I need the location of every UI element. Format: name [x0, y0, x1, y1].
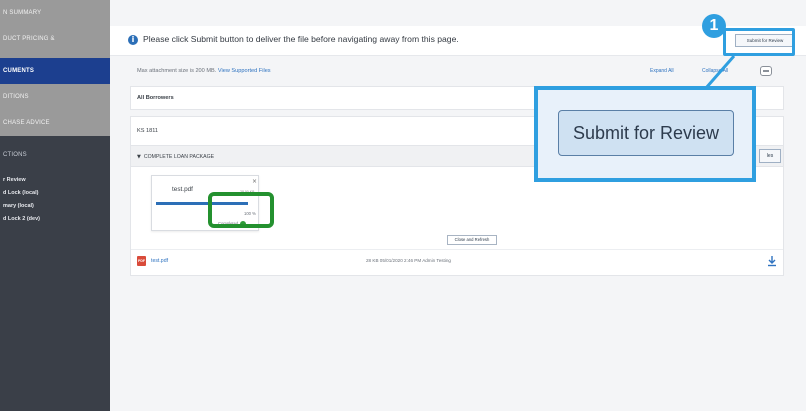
callout-zoom-panel: Submit for Review [534, 86, 756, 182]
file-name-link[interactable]: test.pdf [151, 258, 168, 264]
sidebar: N SUMMARY DUCT PRICING & CUMENTS DITIONS… [0, 0, 110, 411]
view-supported-files-link[interactable]: View Supported Files [218, 68, 271, 74]
info-icon: i [128, 35, 138, 45]
notice-text: Please click Submit button to deliver th… [143, 34, 459, 44]
file-row: PDF test.pdf 28 KB 05/01/2020 2:46 PM Ad… [131, 249, 783, 273]
loan-id-label: KS 1811 [137, 128, 159, 134]
file-metadata: 28 KB 05/01/2020 2:46 PM Admin Testing [366, 258, 451, 263]
package-title: COMPLETE LOAN PACKAGE [143, 154, 215, 160]
close-icon[interactable]: × [252, 178, 257, 185]
sidebar-item-documents[interactable]: CUMENTS [0, 58, 110, 84]
sidebar-sub-review[interactable]: r Review [0, 174, 110, 187]
max-size-text: Max attachment size is 200 MB. [137, 68, 217, 74]
completed-status-highlight [208, 192, 274, 228]
print-icon[interactable] [760, 66, 772, 76]
pdf-file-icon: PDF [137, 256, 146, 266]
sidebar-sub-summary-local[interactable]: mary (local) [0, 200, 110, 213]
callout-submit-for-review-button[interactable]: Submit for Review [558, 110, 734, 156]
package-label: ▼ COMPLETE LOAN PACKAGE [137, 154, 214, 160]
expand-all-button[interactable]: Expand All [650, 68, 674, 74]
sidebar-sub-lock-dev[interactable]: d Lock 2 (dev) [0, 213, 110, 226]
sidebar-item-purchase-advice[interactable]: CHASE ADVICE [0, 110, 110, 136]
borrowers-label: All Borrowers [137, 95, 174, 101]
attachment-limit-text: Max attachment size is 200 MB. View Supp… [137, 68, 271, 74]
step-badge: 1 [702, 14, 726, 38]
sidebar-sub-lock-local[interactable]: d Lock (local) [0, 187, 110, 200]
close-and-refresh-button[interactable]: Close and Refresh [447, 235, 497, 245]
upload-filename: test.pdf [172, 186, 193, 193]
sidebar-item-pricing[interactable]: DUCT PRICING & [0, 26, 110, 58]
package-action-button[interactable]: les [759, 149, 781, 163]
sidebar-item-actions[interactable]: CTIONS [0, 142, 110, 168]
download-icon[interactable] [767, 255, 777, 267]
sidebar-item-conditions[interactable]: DITIONS [0, 84, 110, 110]
caret-down-icon: ▼ [137, 154, 141, 160]
sidebar-item-summary[interactable]: N SUMMARY [0, 0, 110, 26]
